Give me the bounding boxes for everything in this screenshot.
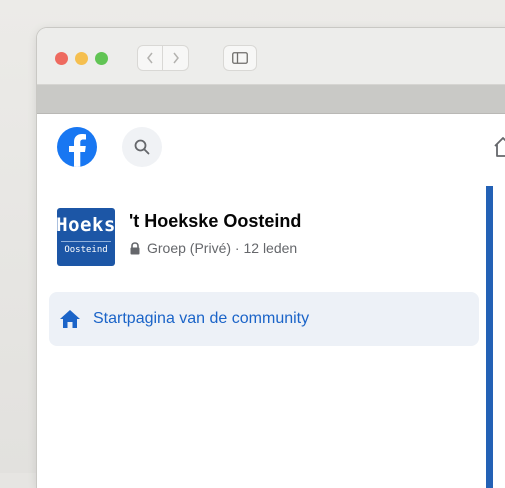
group-name[interactable]: 't Hoekske Oosteind [129, 211, 301, 232]
sidebar-icon [232, 52, 248, 64]
search-button[interactable] [122, 127, 162, 167]
browser-toolbar [37, 28, 505, 85]
facebook-logo-link[interactable] [57, 127, 97, 167]
chevron-right-icon [172, 52, 179, 64]
group-thumbnail-title: Hoeks [57, 214, 115, 236]
sidebar-toggle-button[interactable] [223, 45, 257, 71]
forward-button[interactable] [163, 45, 189, 71]
facebook-logo-icon [69, 134, 86, 167]
close-window-button[interactable] [55, 52, 68, 65]
page-divider [486, 186, 493, 488]
search-icon [134, 139, 150, 155]
lock-icon [130, 241, 140, 254]
group-privacy: Groep (Privé) [147, 240, 232, 256]
chevron-left-icon [147, 52, 153, 64]
nav-item-community-home[interactable]: Startpagina van de community [49, 292, 479, 346]
home-icon [59, 309, 81, 329]
group-thumbnail[interactable]: Hoeks Oosteind [57, 208, 115, 266]
page-content: Hoeks Oosteind 't Hoekske Oosteind Groep… [37, 114, 505, 488]
group-meta: Groep (Privé) · 12 leden [129, 240, 297, 256]
group-thumbnail-subtitle: Oosteind [64, 245, 108, 255]
home-outline-icon[interactable] [493, 136, 505, 158]
zoom-window-button[interactable] [95, 52, 108, 65]
meta-separator: · [231, 240, 244, 256]
back-button[interactable] [137, 45, 163, 71]
tab-strip [37, 85, 505, 114]
browser-window: Hoeks Oosteind 't Hoekske Oosteind Groep… [37, 28, 505, 488]
minimize-window-button[interactable] [75, 52, 88, 65]
nav-item-label: Startpagina van de community [93, 310, 310, 327]
group-member-count[interactable]: 12 leden [243, 240, 297, 256]
group-thumbnail-divider [61, 241, 111, 242]
